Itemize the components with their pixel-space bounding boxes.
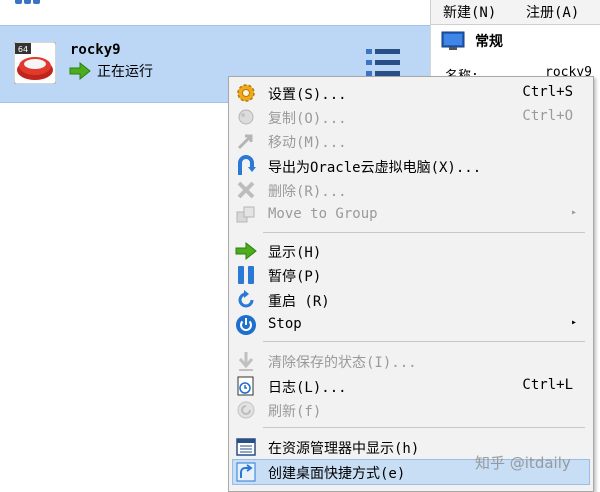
log-icon: [237, 376, 254, 396]
settings-gear-icon: [237, 84, 255, 102]
menu-item-label: 删除(R)...: [268, 184, 347, 200]
menu-item-shortcut: Ctrl+S: [522, 84, 573, 100]
vm-list-top: [0, 0, 430, 24]
delete-x-icon: [237, 181, 255, 199]
menu-item-show[interactable]: 显示(H): [233, 239, 589, 263]
discard-state-icon: [238, 352, 254, 371]
menu-item-label: Stop: [268, 316, 302, 332]
move-arrow-icon: [237, 134, 253, 150]
export-cloud-icon: [238, 155, 256, 175]
menu-item-discard-state[interactable]: 清除保存的状态(I)...: [233, 349, 589, 373]
menu-item-move[interactable]: 移动(M)...: [233, 129, 589, 153]
os-badge: 64: [18, 45, 28, 54]
menu-item-label: 创建桌面快捷方式(e): [268, 466, 406, 482]
menu-item-refresh[interactable]: 刷新(f): [233, 398, 589, 422]
vm-state: 正在运行: [97, 64, 153, 80]
group-icon: [236, 206, 255, 223]
menu-item-export-oci[interactable]: 导出为Oracle云虚拟电脑(X)...: [233, 154, 589, 178]
refresh-icon: [237, 401, 255, 419]
menu-item-label: 复制(O)...: [268, 111, 347, 127]
menu-item-label: 移动(M)...: [268, 135, 347, 151]
vm-context-menu: 设置(S)... Ctrl+S 复制(O)... Ctrl+O 移动(M)...…: [228, 76, 594, 492]
menu-item-clone[interactable]: 复制(O)... Ctrl+O: [233, 105, 589, 129]
menu-item-reset[interactable]: 重启 (R): [233, 288, 589, 312]
running-arrow-icon: [69, 62, 91, 80]
menu-item-label: 重启 (R): [268, 294, 330, 310]
shortcut-icon: [236, 462, 256, 482]
tools-icon[interactable]: [14, 0, 40, 6]
menu-item-remove[interactable]: 删除(R)...: [233, 178, 589, 202]
os-linux-64-icon: 64: [14, 42, 56, 84]
menu-item-label: 暂停(P): [268, 269, 322, 285]
menu-item-stop[interactable]: Stop ▸: [233, 313, 589, 337]
menu-item-label: 清除保存的状态(I)...: [268, 355, 417, 371]
power-icon: [236, 315, 256, 335]
clone-sheep-icon: [238, 109, 254, 125]
submenu-arrow-icon: ▸: [570, 207, 577, 218]
file-manager-icon: [236, 438, 256, 456]
vm-menu-icon[interactable]: [366, 48, 402, 78]
menu-item-move-to-group[interactable]: Move to Group ▸: [233, 203, 589, 227]
menu-item-label: 显示(H): [268, 245, 322, 261]
menu-item-label: 导出为Oracle云虚拟电脑(X)...: [268, 160, 482, 176]
menu-item-shortcut: Ctrl+O: [522, 108, 573, 124]
submenu-arrow-icon: ▸: [570, 317, 577, 328]
watermark: 知乎 @itdaily: [475, 454, 571, 472]
pause-icon: [238, 266, 254, 284]
vm-name: rocky9: [70, 42, 121, 58]
menu-separator: [263, 427, 585, 428]
reset-icon: [238, 290, 254, 308]
main-toolbar: 新建(N) 注册(A): [430, 0, 600, 25]
menu-item-shortcut: Ctrl+L: [522, 377, 573, 393]
menu-item-label: Move to Group: [268, 206, 378, 222]
monitor-icon: [441, 31, 465, 50]
register-button[interactable]: 注册(A): [526, 2, 579, 22]
menu-item-pause[interactable]: 暂停(P): [233, 263, 589, 287]
general-section-title: 常规: [475, 34, 503, 50]
menu-separator: [263, 232, 585, 233]
menu-item-log[interactable]: 日志(L)... Ctrl+L: [233, 374, 589, 398]
new-button[interactable]: 新建(N): [443, 2, 496, 22]
menu-separator: [263, 341, 585, 342]
menu-item-settings[interactable]: 设置(S)... Ctrl+S: [233, 81, 589, 105]
menu-item-label: 刷新(f): [268, 404, 322, 420]
menu-item-label: 日志(L)...: [268, 380, 347, 396]
menu-item-label: 在资源管理器中显示(h): [268, 441, 420, 457]
menu-item-label: 设置(S)...: [268, 87, 347, 103]
show-arrow-icon: [235, 241, 257, 261]
